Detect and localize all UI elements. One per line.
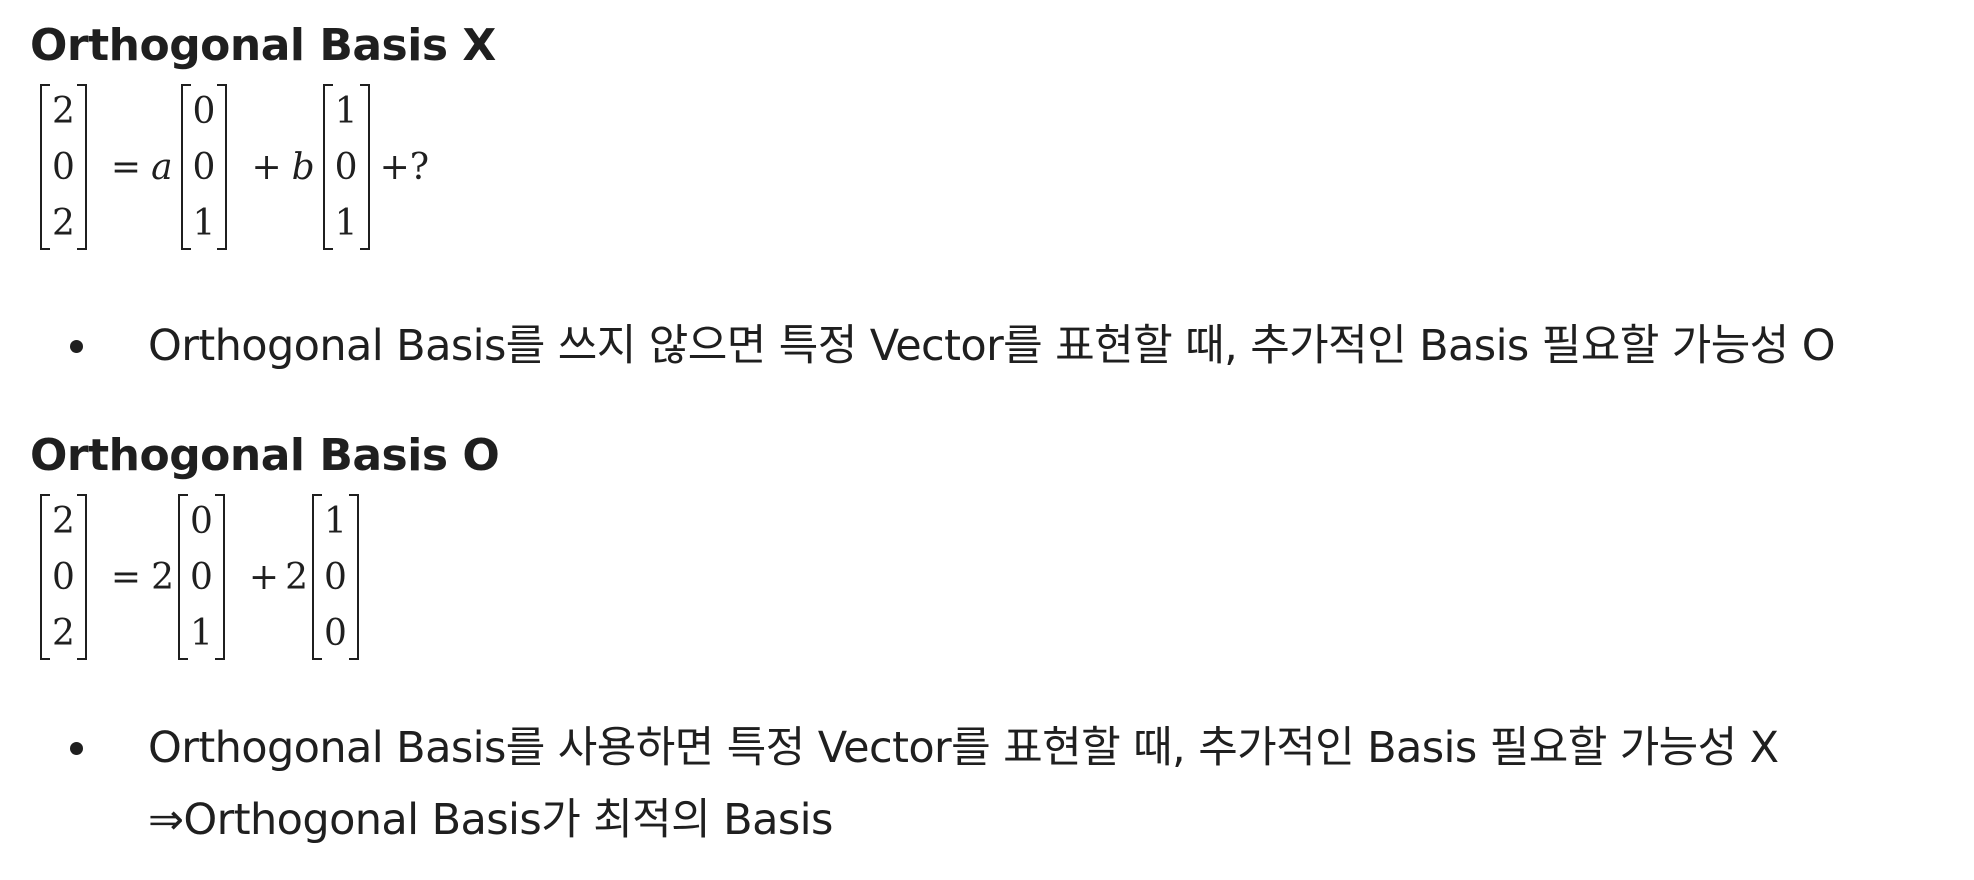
coefficient-2: 2: [285, 556, 308, 598]
heading-orthogonal-basis-o: Orthogonal Basis O: [30, 430, 500, 481]
bullet-text-line-1: Orthogonal Basis를 사용하면 특정 Vector를 표현할 때,…: [148, 723, 1779, 773]
basis-vector-1: 0 0 1: [176, 494, 227, 660]
coefficient-a: a: [151, 146, 173, 188]
coefficient-1: 2: [151, 556, 174, 598]
vector-entry: 2: [52, 203, 75, 244]
equals-sign: =: [110, 146, 142, 188]
vector-entry: 1: [334, 91, 358, 132]
vector-entry: 2: [52, 501, 75, 542]
bullet-item-x: Orthogonal Basis를 쓰지 않으면 특정 Vector를 표현할 …: [70, 310, 1836, 382]
vector-entry: 1: [334, 203, 358, 244]
vector-entry: 0: [192, 91, 216, 132]
bullet-dot-icon: [70, 340, 83, 353]
vector-entry: 0: [189, 501, 213, 542]
basis-vector-2: 1 0 1: [321, 84, 372, 250]
equation-orthogonal: 2 0 2 = 2 0 0 1 + 2 1 0 0: [38, 494, 361, 660]
vector-entry: 1: [192, 203, 216, 244]
vector-entry: 0: [323, 613, 347, 654]
vector-entry: 2: [52, 91, 75, 132]
heading-orthogonal-basis-x: Orthogonal Basis X: [30, 20, 496, 71]
equation-non-orthogonal: 2 0 2 = a 0 0 1 + b 1 0 1 +?: [38, 84, 439, 250]
bullet-text-line-2: ⇒Orthogonal Basis가 최적의 Basis: [148, 795, 833, 845]
bullet-item-o: Orthogonal Basis를 사용하면 특정 Vector를 표현할 때,…: [70, 712, 1779, 856]
vector-entry: 0: [334, 147, 358, 188]
bullet-dot-icon: [70, 742, 83, 755]
vector-entry: 0: [52, 147, 75, 188]
basis-vector-1: 0 0 1: [179, 84, 230, 250]
lhs-vector: 2 0 2: [38, 84, 89, 250]
coefficient-b: b: [291, 146, 315, 188]
plus-sign: +: [248, 556, 280, 598]
vector-entry: 0: [189, 557, 213, 598]
equals-sign: =: [110, 556, 142, 598]
vector-entry: 0: [323, 557, 347, 598]
lhs-vector: 2 0 2: [38, 494, 89, 660]
plus-sign: +: [251, 146, 282, 188]
vector-entry: 1: [323, 501, 347, 542]
vector-entry: 0: [52, 557, 75, 598]
vector-entry: 1: [189, 613, 213, 654]
vector-entry: 2: [52, 613, 75, 654]
bullet-text: Orthogonal Basis를 쓰지 않으면 특정 Vector를 표현할 …: [148, 321, 1836, 371]
plus-unknown: +?: [379, 146, 430, 188]
vector-entry: 0: [192, 147, 216, 188]
basis-vector-2: 1 0 0: [310, 494, 361, 660]
